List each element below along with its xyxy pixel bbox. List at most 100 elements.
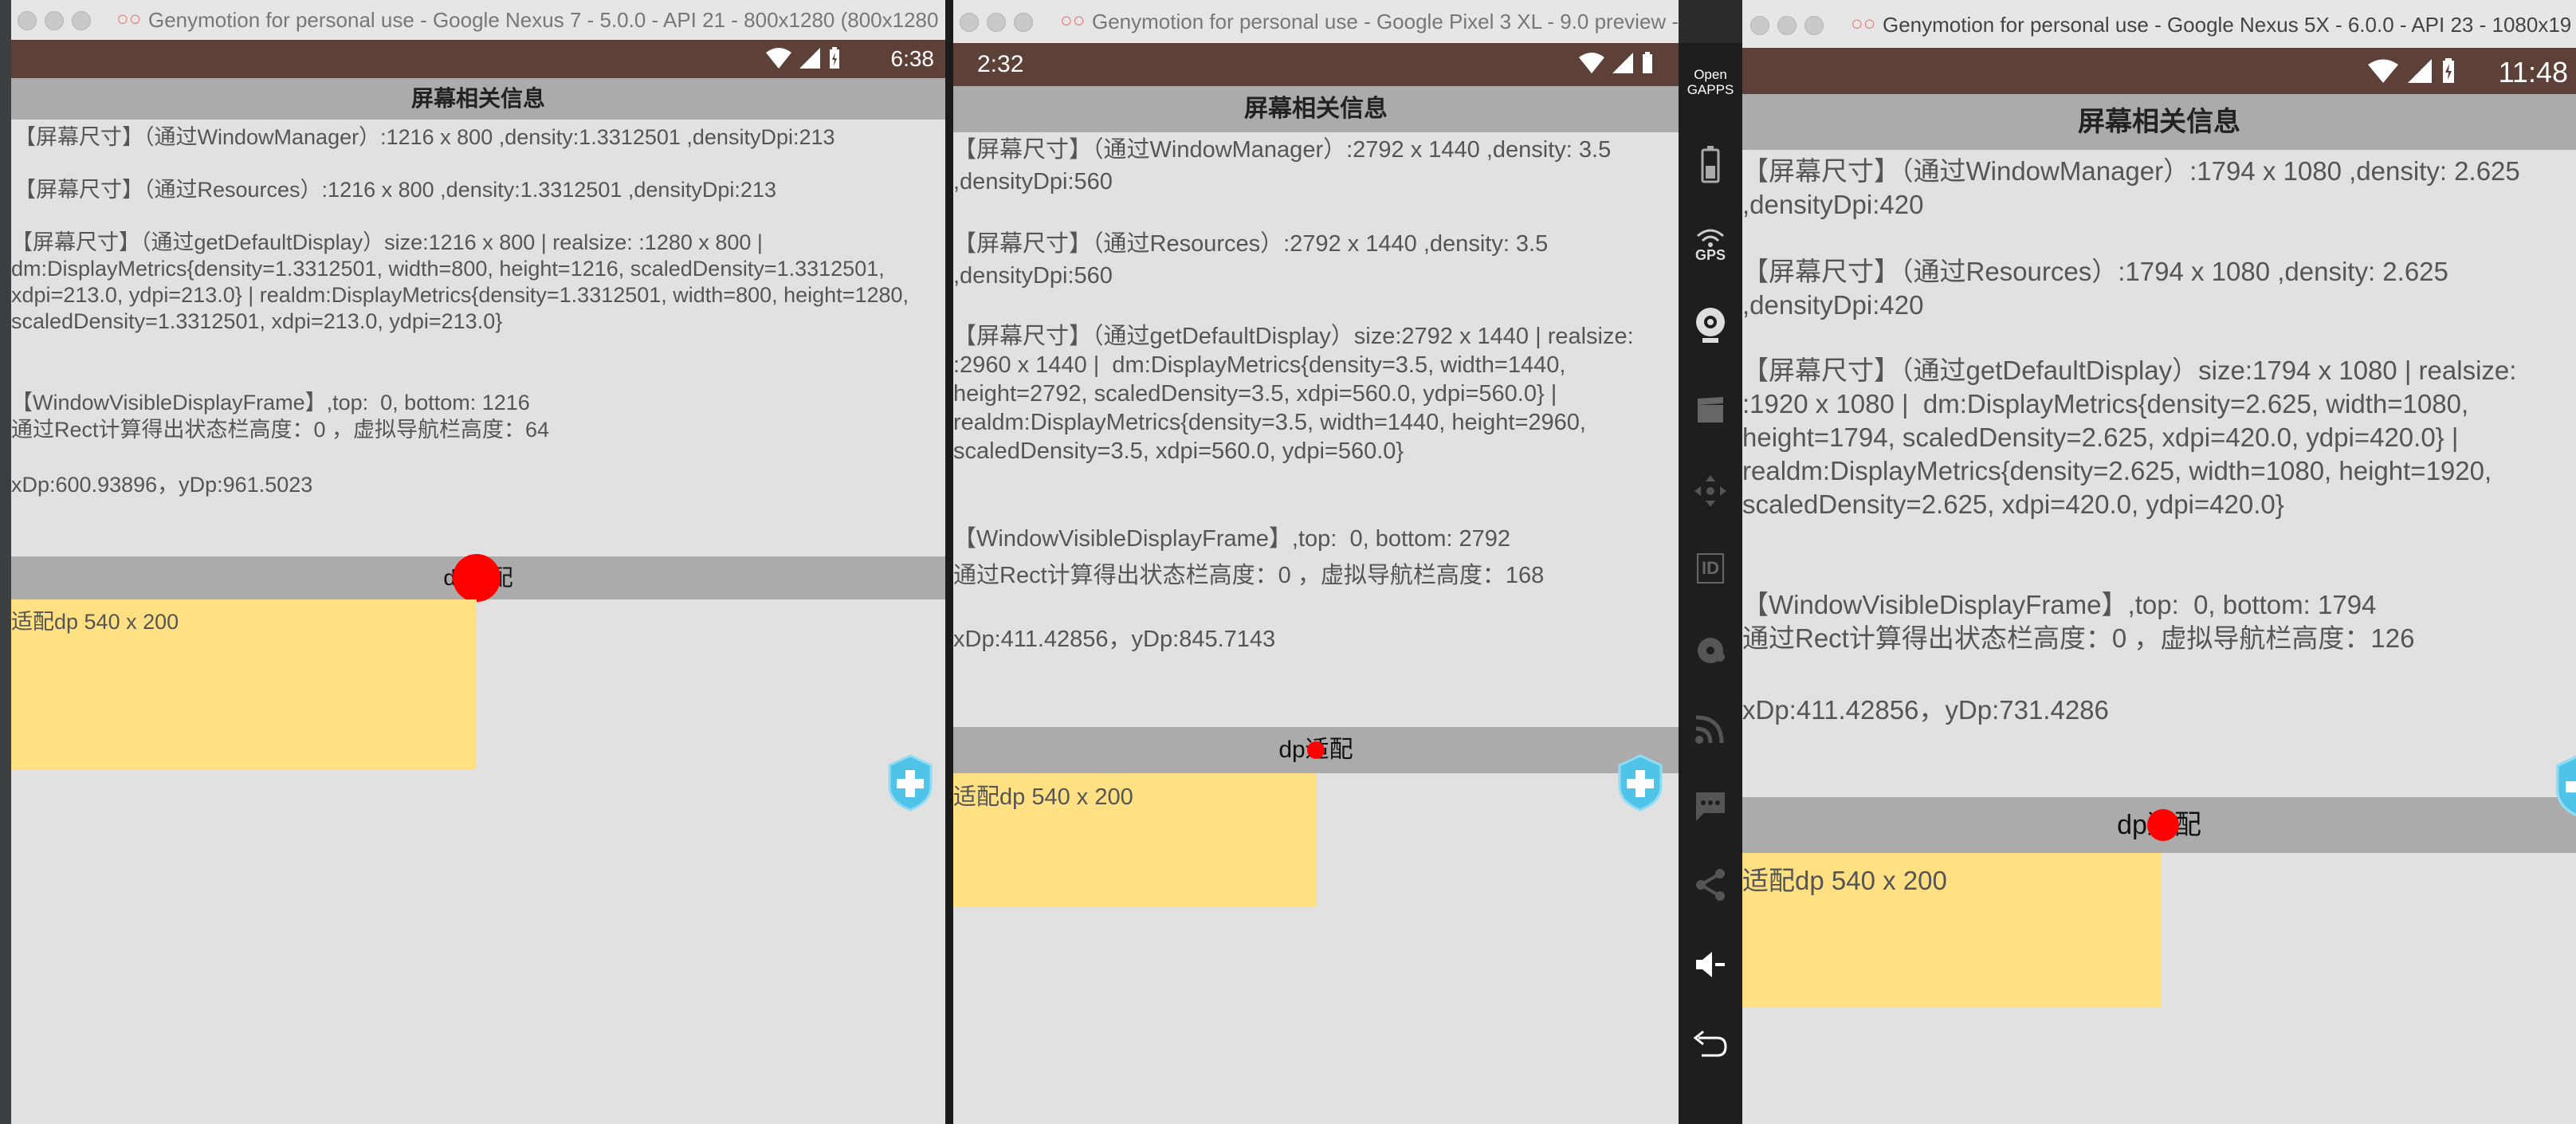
status-icons <box>1578 51 1655 75</box>
gps-wifi-icon <box>1697 229 1724 247</box>
touch-indicator-dot <box>1307 741 1325 759</box>
info-visible-frame: 【WindowVisibleDisplayFrame】,top: 0, bott… <box>1742 590 2415 653</box>
disk-button[interactable] <box>1679 633 1742 668</box>
open-gapps-label: Open GAPPS <box>1687 67 1734 97</box>
network-button[interactable] <box>1679 711 1742 746</box>
capture-button[interactable] <box>1679 394 1742 426</box>
status-icons <box>2367 57 2456 84</box>
dp-sample-box: 适配dp 540 x 200 <box>11 599 477 770</box>
battery-icon <box>1701 146 1720 183</box>
emulator-window-nexus7: ○○ Genymotion for personal use - Google … <box>11 0 945 1124</box>
window-divider <box>945 0 953 1124</box>
volume-down-icon <box>1696 952 1725 977</box>
window-title: Genymotion for personal use - Google Nex… <box>148 8 939 32</box>
info-window-manager: 【屏幕尺寸】（通过WindowManager）:1794 x 1080 ,den… <box>1742 156 2527 219</box>
genymotion-logo-icon: ○○ <box>116 6 142 30</box>
page-title: 屏幕相关信息 <box>11 78 945 120</box>
back-arrow-icon <box>1693 1030 1727 1057</box>
zoom-window-button[interactable] <box>72 11 91 30</box>
page-title: 屏幕相关信息 <box>953 86 1679 132</box>
add-fab-icon[interactable] <box>886 754 934 812</box>
dp-sample-label: 适配dp 540 x 200 <box>1742 866 1947 895</box>
minimize-window-button[interactable] <box>1777 16 1797 35</box>
camera-button[interactable] <box>1679 306 1742 346</box>
ide-side-strip <box>0 0 11 1124</box>
status-time: 6:38 <box>890 46 935 71</box>
zoom-window-button[interactable] <box>1804 16 1824 35</box>
message-icon <box>1696 792 1725 821</box>
info-visible-frame: 【WindowVisibleDisplayFrame】,top: 0, bott… <box>953 526 1510 552</box>
touch-indicator-dot <box>453 554 501 602</box>
dp-sample-box: 适配dp 540 x 200 <box>953 773 1317 907</box>
info-dp-values: xDp:411.42856，yDp:845.7143 <box>953 627 1276 652</box>
sms-button[interactable] <box>1679 788 1742 823</box>
info-resources: 【屏幕尺寸】（通过Resources）:1794 x 1080 ,density… <box>1742 257 2456 320</box>
signal-icon <box>799 48 820 69</box>
genymotion-logo-icon: ○○ <box>1851 11 1876 35</box>
gps-label: GPS <box>1694 247 1726 263</box>
window-titlebar: ○○ Genymotion for personal use - Google … <box>11 0 945 41</box>
dp-sample-box: 适配dp 540 x 200 <box>1742 853 2162 1008</box>
dp-sample-label: 适配dp 540 x 200 <box>953 784 1133 810</box>
battery-icon <box>830 47 839 69</box>
battery-button[interactable] <box>1679 145 1742 183</box>
status-time: 2:32 <box>977 51 1024 77</box>
back-button[interactable] <box>1679 1030 1742 1062</box>
signal-icon <box>2408 59 2432 83</box>
device-id-button[interactable]: ID <box>1679 553 1742 584</box>
window-titlebar: ○○ Genymotion for personal use - Google … <box>953 0 1679 44</box>
wifi-icon <box>1579 53 1604 73</box>
dp-sample-label: 适配dp 540 x 200 <box>11 610 179 634</box>
wifi-icon <box>766 48 791 69</box>
info-window-manager: 【屏幕尺寸】（通过WindowManager）:1216 x 800 ,dens… <box>14 125 835 149</box>
app-screen: 屏幕相关信息 【屏幕尺寸】（通过WindowManager）:2792 x 14… <box>953 86 1679 1124</box>
close-window-button[interactable] <box>1750 16 1769 35</box>
status-bar: 2:32 <box>953 43 1679 86</box>
emulator-window-pixel3xl: ○○ Genymotion for personal use - Google … <box>953 0 1679 1124</box>
minimize-window-button[interactable] <box>987 13 1006 32</box>
emulator-toolbar: Open GAPPS GPS ID <box>1679 43 1742 1124</box>
share-button[interactable] <box>1679 867 1742 902</box>
info-window-manager: 【屏幕尺寸】（通过WindowManager）:2792 x 1440 ,den… <box>953 137 1618 195</box>
dpad-button[interactable] <box>1679 474 1742 509</box>
status-bar: 11:48 <box>1742 48 2576 94</box>
genymotion-logo-icon: ○○ <box>1060 8 1086 32</box>
battery-icon <box>1643 52 1652 73</box>
touch-indicator-dot <box>2147 809 2179 841</box>
add-fab-icon[interactable] <box>2554 753 2576 819</box>
page-title: 屏幕相关信息 <box>1742 94 2576 150</box>
network-icon <box>1695 715 1724 744</box>
zoom-window-button[interactable] <box>1014 13 1033 32</box>
clapperboard-icon <box>1698 397 1723 422</box>
info-default-display: 【屏幕尺寸】（通过getDefaultDisplay）size:2792 x 1… <box>953 324 1640 464</box>
close-window-button[interactable] <box>18 11 37 30</box>
info-resources: 【屏幕尺寸】（通过Resources）:2792 x 1440 ,density… <box>953 231 1555 289</box>
close-window-button[interactable] <box>960 13 979 32</box>
window-titlebar: ○○ Genymotion for personal use - Google … <box>1742 0 2576 49</box>
window-title: Genymotion for personal use - Google Pix… <box>1092 10 1679 33</box>
info-dp-values: xDp:411.42856，yDp:731.4286 <box>1742 695 2109 725</box>
status-icons <box>765 46 842 70</box>
battery-icon <box>2443 58 2454 83</box>
app-screen: 屏幕相关信息 【屏幕尺寸】（通过WindowManager）:1794 x 10… <box>1742 94 2576 1124</box>
status-bar: 6:38 <box>11 40 945 78</box>
wifi-icon <box>2368 59 2398 83</box>
window-title: Genymotion for personal use - Google Nex… <box>1883 13 2572 37</box>
info-default-display: 【屏幕尺寸】（通过getDefaultDisplay）size:1794 x 1… <box>1742 356 2524 519</box>
info-visible-frame: 【WindowVisibleDisplayFrame】,top: 0, bott… <box>11 391 550 442</box>
info-resources: 【屏幕尺寸】（通过Resources）:1216 x 800 ,density:… <box>14 178 776 202</box>
info-default-display: 【屏幕尺寸】（通过getDefaultDisplay）size:1216 x 8… <box>11 230 915 333</box>
volume-down-button[interactable] <box>1679 949 1742 981</box>
add-fab-icon[interactable] <box>1616 754 1664 812</box>
info-dp-values: xDp:600.93896，yDp:961.5023 <box>11 473 313 497</box>
device-id-icon: ID <box>1697 553 1724 584</box>
share-icon <box>1696 869 1725 901</box>
webcam-icon <box>1696 308 1725 343</box>
disk-icon <box>1698 638 1725 663</box>
open-gapps-button[interactable]: Open GAPPS <box>1679 67 1742 97</box>
gps-button[interactable]: GPS <box>1679 226 1742 264</box>
signal-icon <box>1612 53 1633 73</box>
app-screen: 屏幕相关信息 【屏幕尺寸】（通过WindowManager）:1216 x 80… <box>11 78 945 1124</box>
dpad-arrows-icon <box>1694 475 1726 507</box>
minimize-window-button[interactable] <box>45 11 64 30</box>
